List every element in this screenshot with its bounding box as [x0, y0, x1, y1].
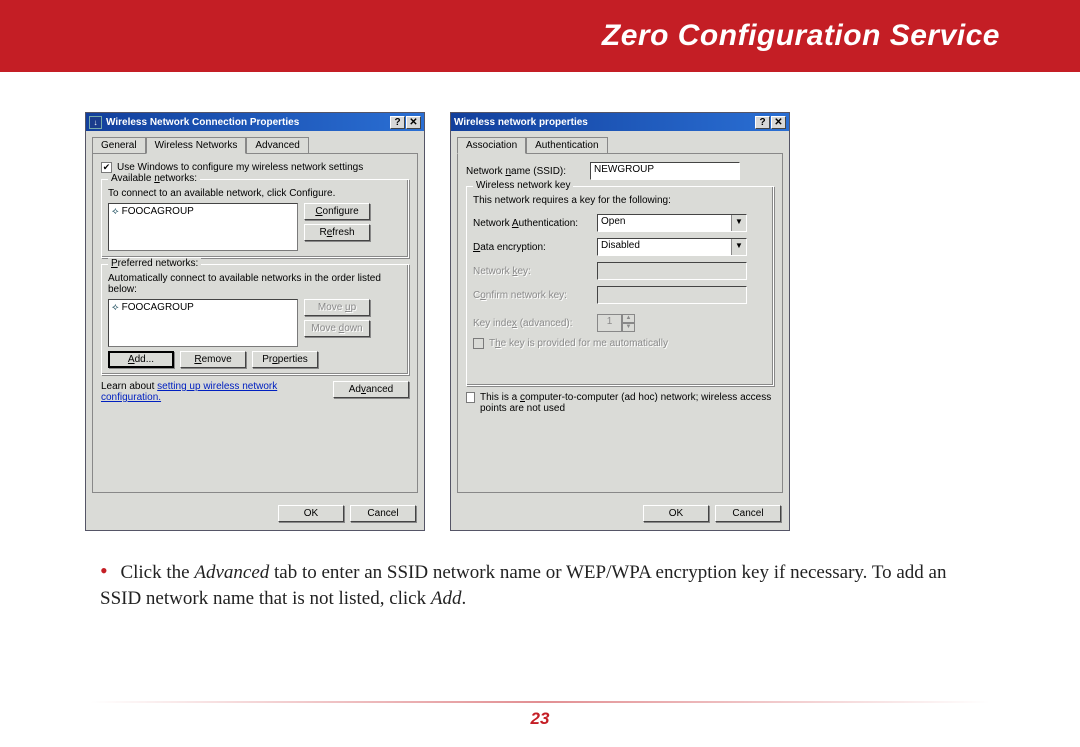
- checkbox-label: The key is provided for me automatically: [489, 338, 668, 349]
- key-index-row: Key index (advanced): 1 ▲ ▼: [473, 314, 767, 332]
- auth-row: Network Authentication: Open ▼: [473, 214, 767, 232]
- titlebar[interactable]: ↓ Wireless Network Connection Properties…: [86, 113, 424, 131]
- dialog-wireless-properties: ↓ Wireless Network Connection Properties…: [85, 112, 425, 531]
- help-button[interactable]: ?: [755, 116, 770, 129]
- network-key-row: Network key:: [473, 262, 767, 280]
- list-item[interactable]: ⟡ FOOCAGROUP: [110, 205, 296, 218]
- fieldset-legend: Available networks:: [108, 173, 200, 184]
- checkbox-auto-key: [473, 338, 484, 349]
- encryption-row: Data encryption: Disabled ▼: [473, 238, 767, 256]
- move-up-button[interactable]: Move up: [304, 299, 370, 316]
- network-icon: ⟡: [112, 302, 119, 313]
- ssid-input[interactable]: NEWGROUP: [590, 162, 740, 180]
- network-key-label: Network key:: [473, 266, 591, 277]
- dialog-buttons: OK Cancel: [86, 499, 424, 530]
- tab-strip: General Wireless Networks Advanced: [86, 131, 424, 153]
- ok-button[interactable]: OK: [643, 505, 709, 522]
- page-title: Zero Configuration Service: [602, 19, 1000, 53]
- move-down-button[interactable]: Move down: [304, 320, 370, 337]
- add-button[interactable]: Add...: [108, 351, 174, 368]
- page-header: Zero Configuration Service: [0, 0, 1080, 72]
- dialogs-container: ↓ Wireless Network Connection Properties…: [0, 72, 1080, 531]
- refresh-button[interactable]: Refresh: [304, 224, 370, 241]
- remove-button[interactable]: Remove: [180, 351, 246, 368]
- configure-button[interactable]: Configure: [304, 203, 370, 220]
- page-footer: 23: [0, 701, 1080, 729]
- properties-button[interactable]: Properties: [252, 351, 318, 368]
- adhoc-checkbox-row: This is a computer-to-computer (ad hoc) …: [466, 392, 774, 414]
- encryption-select[interactable]: Disabled ▼: [597, 238, 747, 256]
- dialog-buttons: OK Cancel: [451, 499, 789, 530]
- fieldset-legend: Preferred networks:: [108, 258, 201, 269]
- cancel-button[interactable]: Cancel: [715, 505, 781, 522]
- checkbox-label: This is a computer-to-computer (ad hoc) …: [480, 392, 774, 414]
- spinner-down-icon: ▼: [622, 323, 635, 332]
- network-name: FOOCAGROUP: [122, 302, 194, 313]
- cancel-button[interactable]: Cancel: [350, 505, 416, 522]
- tab-panel: ✔ Use Windows to configure my wireless n…: [92, 153, 418, 493]
- ok-button[interactable]: OK: [278, 505, 344, 522]
- bullet-icon: •: [100, 558, 108, 583]
- auto-key-checkbox-row: The key is provided for me automatically: [473, 338, 767, 349]
- use-windows-checkbox-row: ✔ Use Windows to configure my wireless n…: [101, 162, 409, 173]
- checkbox-adhoc[interactable]: [466, 392, 475, 403]
- dropdown-arrow-icon: ▼: [731, 215, 746, 231]
- confirm-key-input: [597, 286, 747, 304]
- hint-text: To connect to an available network, clic…: [108, 188, 402, 199]
- available-networks-fieldset: Available networks: To connect to an ava…: [101, 179, 409, 258]
- tab-association[interactable]: Association: [457, 137, 526, 154]
- page-number: 23: [0, 709, 1080, 729]
- auth-select[interactable]: Open ▼: [597, 214, 747, 232]
- tab-wireless-networks[interactable]: Wireless Networks: [146, 137, 247, 154]
- preferred-networks-fieldset: Preferred networks: Automatically connec…: [101, 264, 409, 375]
- network-key-input: [597, 262, 747, 280]
- close-button[interactable]: ✕: [406, 116, 421, 129]
- hint-text: Automatically connect to available netwo…: [108, 273, 402, 295]
- footer-divider: [90, 701, 990, 703]
- network-name: FOOCAGROUP: [122, 206, 194, 217]
- checkbox-use-windows[interactable]: ✔: [101, 162, 112, 173]
- fieldset-legend: Wireless network key: [473, 180, 573, 191]
- preferred-networks-list[interactable]: ⟡ FOOCAGROUP: [108, 299, 298, 347]
- advanced-button[interactable]: Advanced: [333, 381, 409, 398]
- wireless-key-fieldset: Wireless network key This network requir…: [466, 186, 774, 386]
- checkbox-label: Use Windows to configure my wireless net…: [117, 162, 363, 173]
- confirm-key-label: Confirm network key:: [473, 290, 591, 301]
- help-button[interactable]: ?: [390, 116, 405, 129]
- instruction-paragraph: • Click the Advanced tab to enter an SSI…: [0, 531, 1080, 611]
- learn-about-text: Learn about setting up wireless network …: [101, 381, 325, 403]
- titlebar[interactable]: Wireless network properties ? ✕: [451, 113, 789, 131]
- tab-panel: Network name (SSID): NEWGROUP Wireless n…: [457, 153, 783, 493]
- network-icon: ⟡: [112, 206, 119, 217]
- window-title: Wireless Network Connection Properties: [106, 117, 389, 128]
- dropdown-arrow-icon: ▼: [731, 239, 746, 255]
- confirm-key-row: Confirm network key:: [473, 286, 767, 304]
- spinner-up-icon: ▲: [622, 314, 635, 323]
- hint-text: This network requires a key for the foll…: [473, 195, 767, 206]
- close-button[interactable]: ✕: [771, 116, 786, 129]
- auth-label: Network Authentication:: [473, 218, 591, 229]
- tab-authentication[interactable]: Authentication: [526, 137, 607, 154]
- available-networks-list[interactable]: ⟡ FOOCAGROUP: [108, 203, 298, 251]
- key-index-label: Key index (advanced):: [473, 318, 591, 329]
- dialog-network-properties: Wireless network properties ? ✕ Associat…: [450, 112, 790, 531]
- key-index-spinner: 1 ▲ ▼: [597, 314, 635, 332]
- list-item[interactable]: ⟡ FOOCAGROUP: [110, 301, 296, 314]
- tab-advanced[interactable]: Advanced: [246, 137, 308, 154]
- app-icon: ↓: [89, 116, 102, 129]
- ssid-row: Network name (SSID): NEWGROUP: [466, 162, 774, 180]
- tab-strip: Association Authentication: [451, 131, 789, 153]
- ssid-label: Network name (SSID):: [466, 166, 584, 177]
- tab-general[interactable]: General: [92, 137, 146, 154]
- encryption-label: Data encryption:: [473, 242, 591, 253]
- window-title: Wireless network properties: [454, 117, 754, 128]
